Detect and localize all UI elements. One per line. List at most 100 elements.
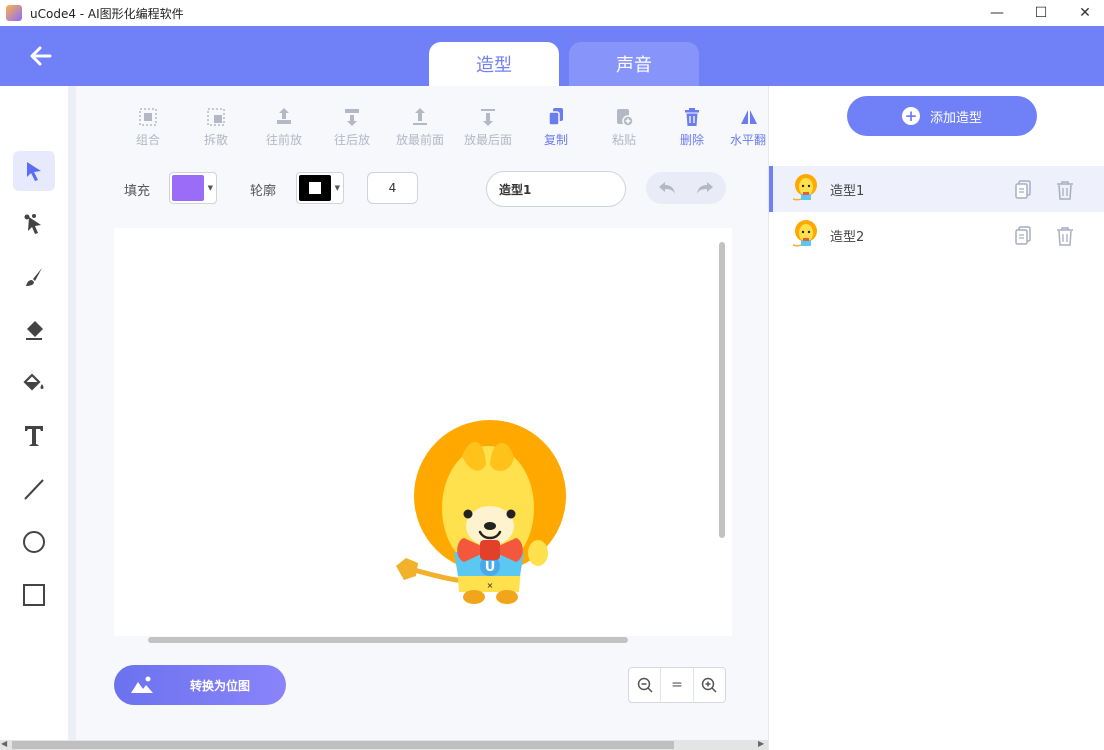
zoom-in-button[interactable]	[694, 668, 725, 702]
costume-list-panel: + 添加造型 造型1 造型2	[768, 86, 1104, 750]
paste-label: 粘贴	[611, 133, 636, 147]
tab-costume[interactable]: 造型	[429, 42, 559, 86]
line-tool[interactable]	[13, 469, 55, 509]
undo-redo-group	[646, 172, 726, 204]
redo-button[interactable]	[690, 178, 720, 198]
paint-editor: 组合 拆散 往前放 往后放 放最前面 放最后面 复制 粘贴 删除 水平翻 填充 …	[76, 86, 768, 740]
flip-horizontal-button[interactable]: 水平翻	[730, 106, 768, 152]
reshape-icon	[24, 214, 41, 234]
vertical-scrollbar[interactable]	[719, 242, 725, 538]
tab-sound[interactable]: 声音	[569, 42, 699, 86]
brush-tool[interactable]	[13, 257, 55, 297]
back-button[interactable]	[22, 38, 60, 74]
app-logo-icon	[6, 5, 22, 21]
back-arrow-icon	[30, 46, 52, 66]
group-button[interactable]: 组合	[118, 106, 178, 152]
lion-thumbnail	[792, 174, 817, 201]
rectangle-tool[interactable]	[13, 575, 55, 615]
paste-icon	[617, 109, 634, 127]
image-icon	[130, 675, 154, 695]
fill-bucket-icon	[23, 373, 44, 391]
costume-name: 造型2	[830, 229, 865, 245]
minimize-button[interactable]: —	[974, 0, 1020, 26]
circle-tool[interactable]	[13, 522, 55, 562]
duplicate-costume-button[interactable]	[1013, 179, 1033, 201]
undo-button[interactable]	[652, 178, 682, 198]
delete-costume-button[interactable]	[1055, 225, 1075, 247]
forward-button[interactable]: 往前放	[254, 106, 314, 152]
lion-sprite[interactable]: U ×	[392, 416, 572, 608]
duplicate-icon	[1015, 226, 1031, 245]
fill-label: 填充	[124, 184, 151, 199]
convert-to-bitmap-button[interactable]: 转换为位图	[114, 665, 286, 705]
svg-text:U: U	[485, 560, 496, 575]
trash-icon	[1057, 181, 1073, 200]
group-label: 组合	[135, 133, 160, 147]
scroll-right-icon[interactable]: ▶	[758, 739, 764, 748]
brush-icon	[26, 268, 42, 286]
costume-item[interactable]: 造型2	[769, 212, 1104, 258]
eraser-tool[interactable]	[13, 310, 55, 350]
costume-name: 造型1	[830, 183, 865, 199]
outline-color-picker[interactable]: ▼	[296, 172, 344, 204]
outline-color-swatch	[299, 175, 331, 201]
outline-label: 轮廓	[250, 184, 277, 199]
back-button-layer[interactable]: 放最后面	[458, 106, 518, 152]
select-tool[interactable]	[13, 151, 55, 191]
stroke-width-input[interactable]: 4	[367, 172, 418, 204]
duplicate-icon	[1015, 180, 1031, 199]
horizontal-scrollbar[interactable]	[148, 637, 628, 643]
costume-name-input[interactable]	[486, 171, 626, 207]
back-icon	[481, 109, 495, 126]
convert-to-bitmap-label: 转换为位图	[190, 678, 251, 693]
zoom-controls: =	[628, 667, 726, 703]
delete-costume-button[interactable]	[1055, 179, 1075, 201]
backward-button[interactable]: 往后放	[322, 106, 382, 152]
delete-icon	[685, 108, 699, 126]
backward-icon	[345, 109, 359, 126]
close-button[interactable]: ✕	[1062, 0, 1104, 26]
rectangle-tool-icon	[23, 584, 45, 606]
scroll-thumb[interactable]	[12, 741, 674, 749]
ungroup-button[interactable]: 拆散	[186, 106, 246, 152]
fill-tool[interactable]	[13, 363, 55, 403]
maximize-button[interactable]: ☐	[1018, 0, 1064, 26]
title-bar: uCode4 - AI图形化编程软件 — ☐ ✕	[0, 0, 1104, 26]
zoom-reset-button[interactable]: =	[661, 668, 694, 702]
delete-button[interactable]: 删除	[662, 106, 722, 152]
backward-label: 往后放	[333, 133, 370, 147]
fill-color-swatch	[172, 175, 204, 201]
zoom-out-button[interactable]	[629, 668, 662, 702]
back-label: 放最后面	[463, 133, 512, 147]
paste-button[interactable]: 粘贴	[594, 106, 654, 152]
add-costume-button[interactable]: + 添加造型	[847, 96, 1037, 136]
front-label: 放最前面	[395, 133, 444, 147]
costume-item[interactable]: 造型1	[769, 166, 1104, 212]
chevron-down-icon: ▼	[334, 184, 340, 192]
flip-horizontal-label: 水平翻	[730, 133, 767, 147]
text-tool[interactable]	[13, 416, 55, 456]
drawing-tools	[0, 86, 68, 750]
duplicate-costume-button[interactable]	[1013, 225, 1033, 247]
line-tool-icon	[24, 479, 44, 500]
reshape-tool[interactable]	[13, 204, 55, 244]
front-button[interactable]: 放最前面	[390, 106, 450, 152]
copy-button[interactable]: 复制	[526, 106, 586, 152]
delete-label: 删除	[679, 133, 704, 147]
eraser-icon	[26, 321, 43, 340]
forward-icon	[277, 108, 291, 124]
scroll-left-icon[interactable]: ◀	[1, 739, 7, 748]
editor-header: 造型 声音	[0, 26, 1104, 86]
fill-color-picker[interactable]: ▼	[169, 172, 217, 204]
flip-horizontal-icon	[741, 110, 757, 124]
page-horizontal-scrollbar[interactable]: ◀ ▶	[0, 739, 768, 750]
front-icon	[413, 108, 427, 125]
svg-text:×: ×	[487, 581, 494, 590]
copy-label: 复制	[543, 133, 568, 147]
plus-icon: +	[901, 107, 920, 125]
select-arrow-icon	[27, 162, 41, 181]
group-icon	[139, 108, 157, 126]
trash-icon	[1057, 227, 1073, 246]
panel-divider	[68, 86, 76, 750]
drawing-canvas[interactable]: U ×	[114, 228, 732, 636]
